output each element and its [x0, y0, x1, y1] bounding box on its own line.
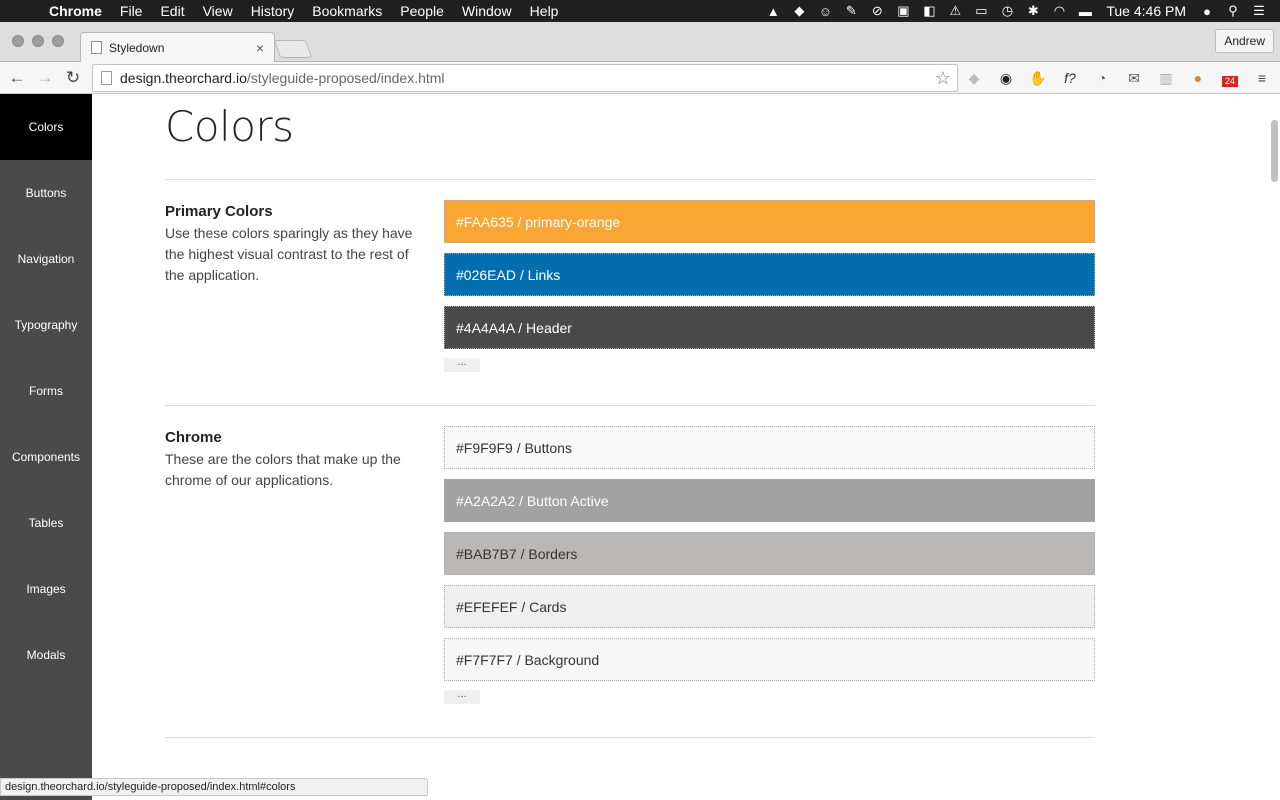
page-favicon-icon	[91, 41, 102, 54]
color-swatch-button-active: #A2A2A2 / Button Active	[444, 479, 1095, 522]
sidebar-item-buttons[interactable]: Buttons	[0, 160, 92, 226]
address-bar[interactable]: design.theorchard.io/styleguide-proposed…	[92, 64, 958, 92]
profile-button[interactable]: Andrew	[1215, 29, 1274, 53]
sidebar-item-images[interactable]: Images	[0, 556, 92, 622]
back-arrow-icon[interactable]: ←	[6, 67, 28, 89]
chrome-menu-icon[interactable]: ≡	[1252, 68, 1272, 88]
bluetooth-icon[interactable]: ✱	[1020, 3, 1046, 19]
browser-tabstrip: Styledown × Andrew	[0, 22, 1280, 62]
reload-icon[interactable]: ↻	[62, 67, 84, 89]
menu-help[interactable]: Help	[521, 3, 568, 19]
cookie-extension-icon[interactable]: ●	[1188, 68, 1208, 88]
section-description-primary-colors: Use these colors sparingly as they have …	[165, 225, 413, 283]
sidebar-item-modals[interactable]: Modals	[0, 622, 92, 688]
url-path: /styleguide-proposed/index.html	[246, 70, 445, 86]
show-more-button[interactable]: ...	[444, 689, 480, 704]
color-swatch-primary-orange: #FAA635 / primary-orange	[444, 200, 1095, 243]
user-icon[interactable]: ●	[1194, 4, 1220, 19]
section-divider	[165, 405, 1095, 406]
color-picker-extension-icon[interactable]: ◉	[996, 68, 1016, 88]
forward-arrow-icon[interactable]: →	[34, 67, 56, 89]
calendar-extension-icon[interactable]: 24	[1222, 76, 1238, 87]
menu-window[interactable]: Window	[453, 3, 521, 19]
browser-toolbar: ← → ↻ design.theorchard.io/styleguide-pr…	[0, 62, 1280, 94]
dropbox-icon[interactable]: ◆	[786, 3, 812, 19]
menu-view[interactable]: View	[194, 3, 242, 19]
time-machine-icon[interactable]: ◷	[994, 3, 1020, 19]
color-swatch-links: #026EAD / Links	[444, 253, 1095, 296]
panel-extension-icon[interactable]: ▥	[1156, 68, 1176, 88]
link-status-bar: design.theorchard.io/styleguide-proposed…	[0, 778, 428, 796]
page-scrollbar[interactable]	[1271, 120, 1278, 182]
battery-icon[interactable]: ▬	[1072, 4, 1098, 19]
wifi-icon[interactable]: ◠	[1046, 3, 1072, 19]
adblock-extension-icon[interactable]: ✋	[1028, 68, 1048, 88]
airplay-icon[interactable]: ▭	[968, 3, 994, 19]
color-swatch-header: #4A4A4A / Header	[444, 306, 1095, 349]
spotlight-search-icon[interactable]: ⚲	[1220, 3, 1246, 19]
menu-extras: ▲ ◆ ☺ ✎ ⊘ ▣ ◧ ⚠ ▭ ◷ ✱ ◠ ▬ Tue 4:46 PM ● …	[760, 0, 1280, 22]
window-minimize-button[interactable]	[32, 35, 44, 47]
warning-icon[interactable]: ⚠	[942, 3, 968, 19]
section-description-chrome: These are the colors that make up the ch…	[165, 451, 401, 488]
sidebar-item-tables[interactable]: Tables	[0, 490, 92, 556]
tag-icon[interactable]: ✎	[838, 3, 864, 19]
browser-tab[interactable]: Styledown ×	[80, 32, 275, 62]
mail-extension-icon[interactable]: ✉	[1124, 68, 1144, 88]
menu-bookmarks[interactable]: Bookmarks	[303, 3, 391, 19]
dropbox-extension-icon[interactable]: ◆	[964, 68, 984, 88]
tab-title: Styledown	[109, 40, 165, 55]
google-drive-icon[interactable]: ▲	[760, 4, 786, 19]
bookmark-star-icon[interactable]: ☆	[935, 68, 951, 89]
styleguide-sidebar: Colors Buttons Navigation Typography For…	[0, 94, 92, 800]
url-host: design.theorchard.io	[120, 70, 247, 86]
menu-edit[interactable]: Edit	[151, 3, 193, 19]
menu-people[interactable]: People	[391, 3, 453, 19]
window-close-button[interactable]	[12, 35, 24, 47]
sidebar-item-typography[interactable]: Typography	[0, 292, 92, 358]
section-title-primary-colors: Primary Colors	[165, 203, 273, 220]
main-content: Colors Primary Colors Use these colors s…	[92, 94, 1280, 800]
section-title-chrome: Chrome	[165, 429, 222, 446]
color-swatch-background: #F7F7F7 / Background	[444, 638, 1095, 681]
sidebar-item-navigation[interactable]: Navigation	[0, 226, 92, 292]
color-swatch-buttons: #F9F9F9 / Buttons	[444, 426, 1095, 469]
sidebar-item-colors[interactable]: Colors	[0, 94, 92, 160]
timer-extension-icon[interactable]: ◔	[1092, 68, 1112, 88]
sidebar-item-forms[interactable]: Forms	[0, 358, 92, 424]
section-divider	[165, 179, 1095, 180]
clipboard-icon[interactable]: ◧	[916, 3, 942, 19]
new-tab-button[interactable]	[273, 40, 313, 58]
linkedin-icon[interactable]: ▣	[890, 3, 916, 19]
color-swatch-borders: #BAB7B7 / Borders	[444, 532, 1095, 575]
color-swatch-cards: #EFEFEF / Cards	[444, 585, 1095, 628]
do-not-disturb-icon[interactable]: ⊘	[864, 3, 890, 19]
notification-center-icon[interactable]: ☰	[1246, 3, 1272, 19]
menu-app-name[interactable]: Chrome	[40, 3, 111, 19]
show-more-button[interactable]: ...	[444, 357, 480, 372]
window-zoom-button[interactable]	[52, 35, 64, 47]
macos-menu-bar: Chrome File Edit View History Bookmarks …	[0, 0, 1280, 22]
sidebar-item-components[interactable]: Components	[0, 424, 92, 490]
page-title: Colors	[165, 102, 294, 151]
menu-file[interactable]: File	[111, 3, 152, 19]
cat-icon[interactable]: ☺	[812, 4, 838, 19]
whatfont-extension-icon[interactable]: f?	[1060, 68, 1080, 88]
page-info-icon[interactable]	[101, 71, 112, 85]
menu-history[interactable]: History	[242, 3, 304, 19]
menu-clock[interactable]: Tue 4:46 PM	[1098, 3, 1194, 19]
tab-close-icon[interactable]: ×	[256, 40, 264, 56]
section-divider	[165, 737, 1095, 738]
